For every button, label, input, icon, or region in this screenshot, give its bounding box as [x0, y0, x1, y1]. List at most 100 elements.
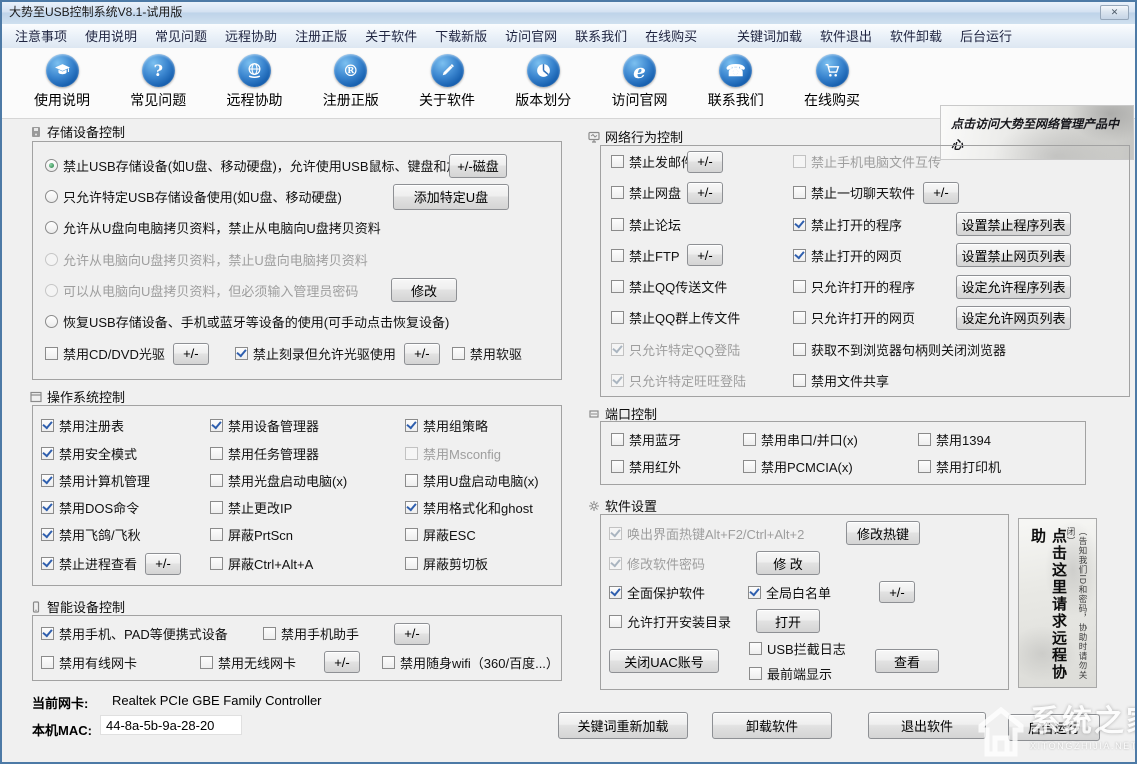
radio-restore-usb[interactable]	[45, 315, 58, 328]
tool-remote-assist[interactable]: 远程协助	[209, 54, 301, 110]
menu-register[interactable]: 注册正版	[286, 25, 356, 48]
menu-download-new[interactable]: 下载新版	[426, 25, 496, 48]
ck-disable-portable-wifi[interactable]	[382, 656, 395, 669]
menu-about[interactable]: 关于软件	[356, 25, 426, 48]
btn-pm-nic[interactable]: +/-	[324, 651, 360, 673]
btn-background-run[interactable]: 后台运行	[1008, 714, 1100, 741]
ck-topmost[interactable]	[749, 667, 762, 680]
btn-plusminus-disk[interactable]: +/-磁盘	[449, 154, 507, 178]
ck-disable-phone-pad[interactable]	[41, 627, 54, 640]
ck-infrared[interactable]	[611, 460, 624, 473]
ck-allow-only-webpages[interactable]	[793, 311, 806, 324]
btn-set-blocked-webpages[interactable]: 设置禁止网页列表	[956, 243, 1071, 267]
btn-open-install-dir[interactable]: 打开	[756, 609, 820, 633]
ck-block-all-chat[interactable]	[793, 186, 806, 199]
ck-disable-wireless-nic[interactable]	[200, 656, 213, 669]
ck-disable-phone-assistant[interactable]	[263, 627, 276, 640]
ck-dos-command[interactable]	[41, 501, 54, 514]
menu-exit-software[interactable]: 软件退出	[811, 25, 881, 48]
btn-pm-process[interactable]: +/-	[145, 553, 181, 575]
ck-block-qq-group-upload[interactable]	[611, 311, 624, 324]
ck-block-phone-pc-transfer[interactable]	[793, 155, 806, 168]
menu-notes[interactable]: 注意事项	[6, 25, 76, 48]
tool-buy[interactable]: 在线购买	[786, 54, 878, 110]
ck-ui-hotkey[interactable]	[609, 527, 622, 540]
ck-block-open-programs[interactable]	[793, 218, 806, 231]
ck-ctrl-alt-a[interactable]	[210, 557, 223, 570]
btn-pm-email[interactable]: +/-	[687, 151, 723, 173]
ck-serial-parallel[interactable]	[743, 433, 756, 446]
ck-disable-wired-nic[interactable]	[41, 656, 54, 669]
btn-modify-hotkey[interactable]: 修改热键	[846, 521, 920, 545]
ck-block-qq-file[interactable]	[611, 280, 624, 293]
menu-faq[interactable]: 常见问题	[146, 25, 216, 48]
menu-contact[interactable]: 联系我们	[566, 25, 636, 48]
btn-close-uac[interactable]: 关闭UAC账号	[609, 649, 719, 673]
ck-modify-sw-password[interactable]	[609, 557, 622, 570]
radio-allow-specific-usb[interactable]	[45, 190, 58, 203]
ck-block-burning[interactable]	[235, 347, 248, 360]
btn-modify-copy-password[interactable]: 修改	[391, 278, 457, 302]
menu-manual[interactable]: 使用说明	[76, 25, 146, 48]
tool-manual[interactable]: 使用说明	[16, 54, 108, 110]
btn-set-blocked-programs[interactable]: 设置禁止程序列表	[956, 212, 1071, 236]
ck-usb-boot[interactable]	[405, 474, 418, 487]
close-button[interactable]: ✕	[1100, 5, 1129, 20]
ck-pcmcia[interactable]	[743, 460, 756, 473]
btn-pm-ftp[interactable]: +/-	[687, 244, 723, 266]
ck-block-forum[interactable]	[611, 218, 624, 231]
ck-allow-only-programs[interactable]	[793, 280, 806, 293]
btn-exit[interactable]: 退出软件	[868, 712, 986, 739]
btn-set-allowed-programs[interactable]: 设定允许程序列表	[956, 275, 1071, 299]
ck-prtscn[interactable]	[210, 528, 223, 541]
btn-set-allowed-webpages[interactable]: 设定允许网页列表	[956, 306, 1071, 330]
menu-uninstall-software[interactable]: 软件卸载	[881, 25, 951, 48]
ck-safe-mode[interactable]	[41, 447, 54, 460]
btn-pm-chat[interactable]: +/-	[923, 182, 959, 204]
btn-pm-whitelist[interactable]: +/-	[879, 581, 915, 603]
btn-add-specific-usb[interactable]: 添加特定U盘	[393, 184, 509, 210]
remote-assist-banner[interactable]: 点击这里请求远程协助 （告知我们ID和密码，协助时请勿关闭）	[1018, 518, 1097, 688]
ck-only-specific-wangwang[interactable]	[611, 374, 624, 387]
mac-input[interactable]	[100, 715, 242, 735]
tool-website[interactable]: e访问官网	[594, 54, 686, 110]
ck-device-manager[interactable]	[210, 419, 223, 432]
btn-reload-keywords[interactable]: 关键词重新加载	[558, 712, 688, 739]
ck-change-ip[interactable]	[210, 501, 223, 514]
ck-block-ftp[interactable]	[611, 249, 624, 262]
ck-esc[interactable]	[405, 528, 418, 541]
ck-computer-mgmt[interactable]	[41, 474, 54, 487]
ck-feige-feiqiu[interactable]	[41, 528, 54, 541]
tool-register[interactable]: ®注册正版	[305, 54, 397, 110]
ck-registry[interactable]	[41, 419, 54, 432]
ck-disable-floppy[interactable]	[452, 347, 465, 360]
menu-buy-online[interactable]: 在线购买	[636, 25, 706, 48]
ck-process-view[interactable]	[41, 557, 54, 570]
btn-pm-cddvd[interactable]: +/-	[173, 343, 209, 365]
ck-bluetooth[interactable]	[611, 433, 624, 446]
ck-disable-cddvd[interactable]	[45, 347, 58, 360]
ck-disable-file-share[interactable]	[793, 374, 806, 387]
btn-pm-netdisk[interactable]: +/-	[687, 182, 723, 204]
ck-block-netdisk[interactable]	[611, 186, 624, 199]
radio-block-usb-storage[interactable]	[45, 159, 58, 172]
btn-pm-burn[interactable]: +/-	[404, 343, 440, 365]
btn-pm-phone[interactable]: +/-	[394, 623, 430, 645]
ck-cd-boot[interactable]	[210, 474, 223, 487]
ck-usb-log[interactable]	[749, 642, 762, 655]
menu-website[interactable]: 访问官网	[496, 25, 566, 48]
tool-about[interactable]: 关于软件	[401, 54, 493, 110]
menu-load-keywords[interactable]: 关键词加载	[728, 25, 811, 48]
tool-faq[interactable]: ?常见问题	[112, 54, 204, 110]
tool-version[interactable]: 版本划分	[497, 54, 589, 110]
radio-allow-usb-to-pc[interactable]	[45, 221, 58, 234]
ck-global-whitelist[interactable]	[748, 586, 761, 599]
menu-remote-assist[interactable]: 远程协助	[216, 25, 286, 48]
ck-close-browser-no-handle[interactable]	[793, 343, 806, 356]
tool-contact[interactable]: ☎联系我们	[690, 54, 782, 110]
ck-block-email[interactable]	[611, 155, 624, 168]
ck-protect-software[interactable]	[609, 586, 622, 599]
menu-run-background[interactable]: 后台运行	[951, 25, 1021, 48]
ck-only-specific-qq[interactable]	[611, 343, 624, 356]
ck-task-manager[interactable]	[210, 447, 223, 460]
